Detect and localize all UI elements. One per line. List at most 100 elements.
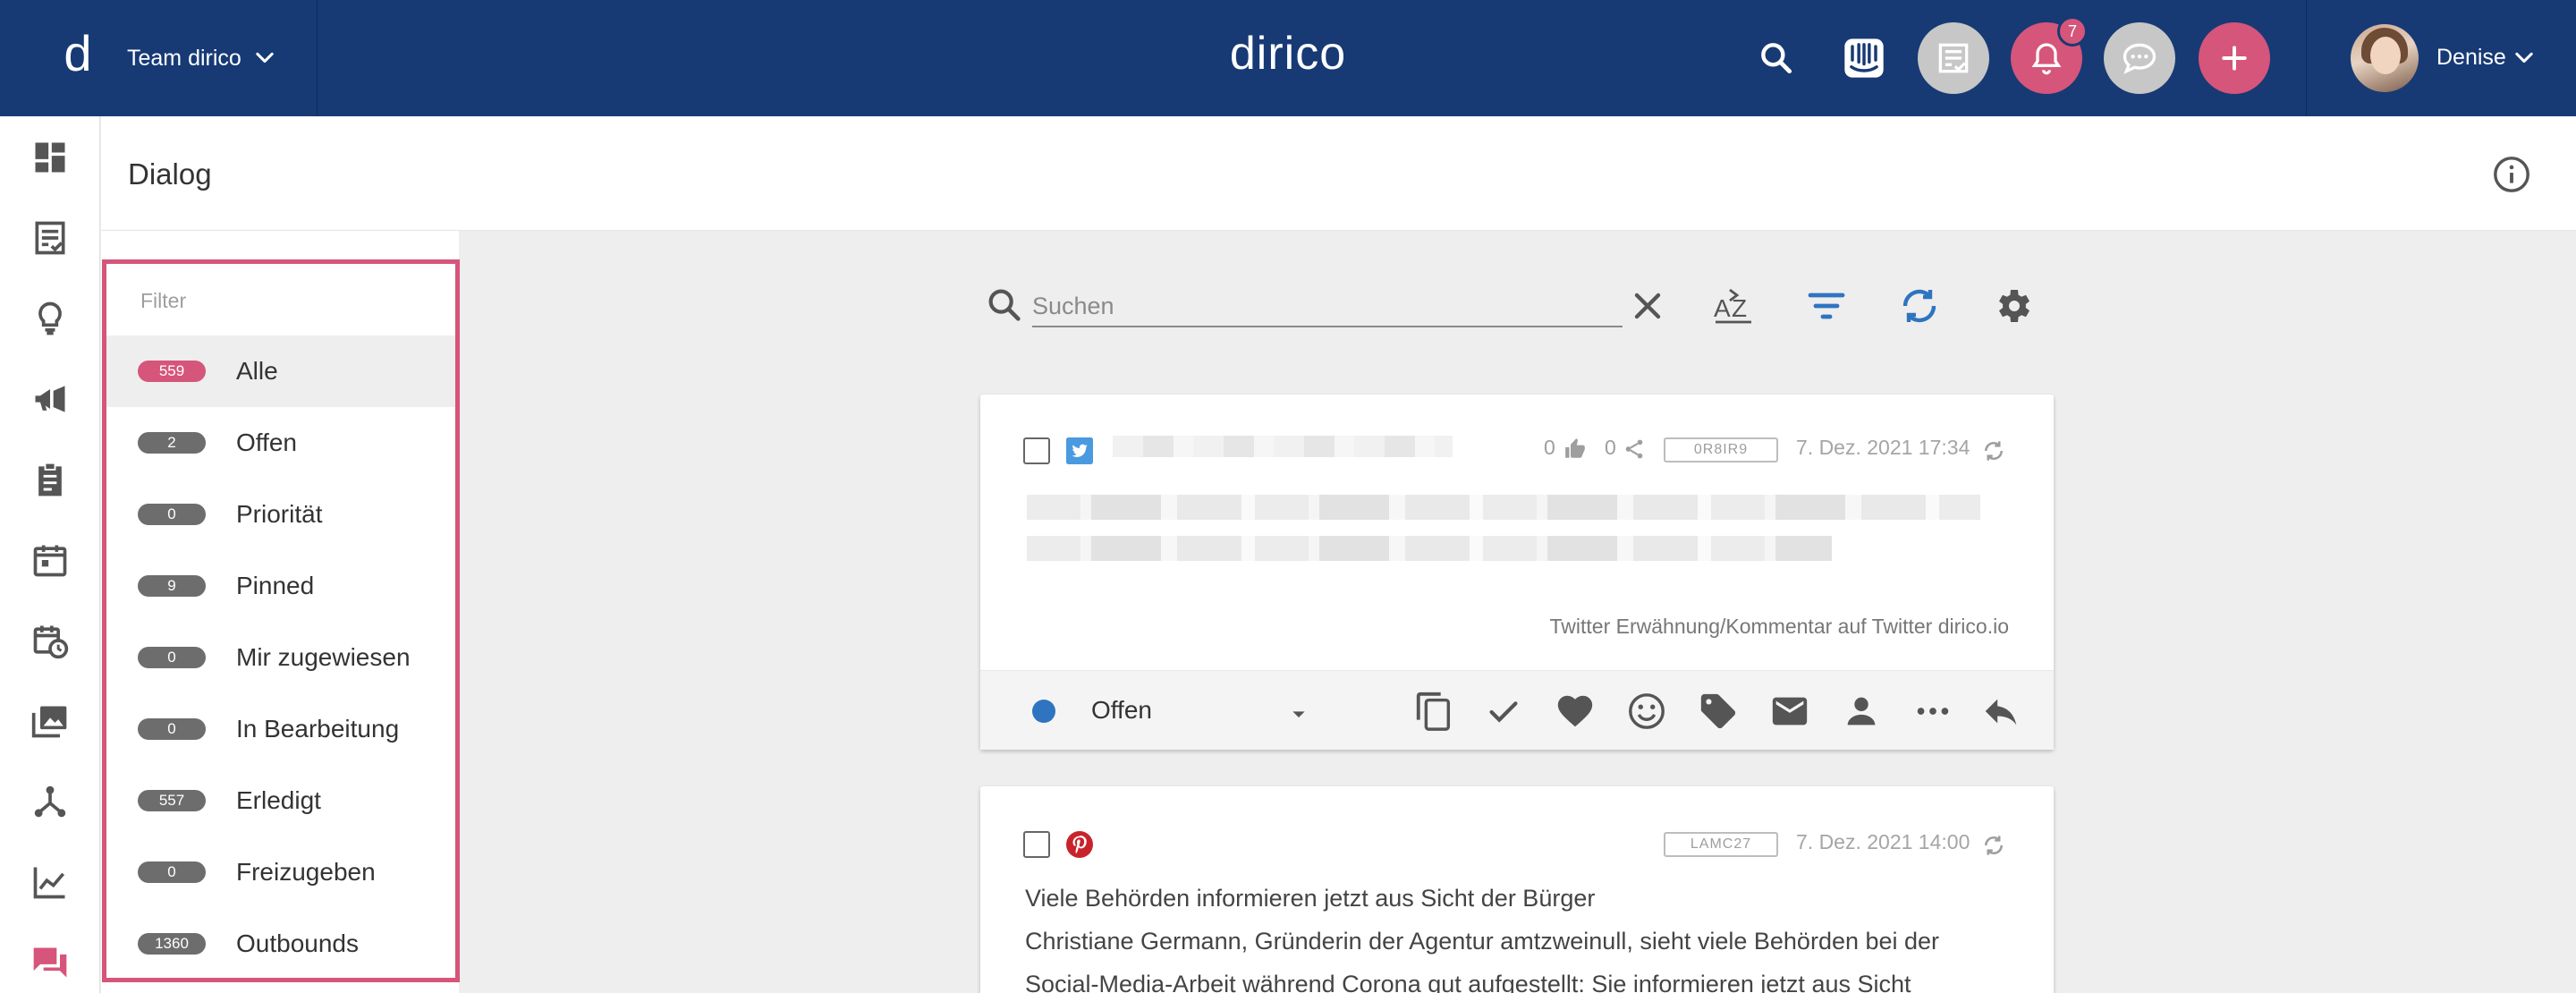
refresh-icon[interactable] [1898,284,1941,327]
avatar[interactable] [2351,24,2419,92]
search-input[interactable] [1032,286,1623,327]
network-icon[interactable] [30,782,70,821]
copy-icon[interactable] [1413,691,1454,732]
filter-item-label: Mir zugewiesen [236,643,411,671]
plus-icon [2222,46,2247,71]
post-id-tag: LAMC27 [1664,832,1778,857]
intercom-button[interactable] [1828,22,1900,94]
sync-icon[interactable] [1980,437,2007,464]
clipboard-icon[interactable] [30,460,70,499]
notification-count-badge: 7 [2057,16,2088,47]
count-badge: 0 [138,647,206,668]
post-card[interactable]: LAMC27 7. Dez. 2021 14:00 Viele Behörden… [980,786,2054,993]
count-badge: 0 [138,718,206,740]
app-logo: d [64,25,92,81]
filter-item-label: In Bearbeitung [236,715,400,743]
check-icon[interactable] [1483,691,1524,732]
calendar-icon[interactable] [30,540,70,580]
chat-bubble-icon [2123,43,2157,74]
sort-az-icon[interactable]: AZ [1712,284,1755,327]
brand-wordmark: dirico [1229,28,1347,80]
status-indicator [1032,700,1055,723]
assign-user-icon[interactable] [1841,691,1882,732]
search-button[interactable] [1741,22,1812,94]
post-text-redacted [1027,536,1832,561]
mail-icon[interactable] [1769,691,1810,732]
tasks-icon[interactable] [30,218,70,258]
sync-icon[interactable] [1980,832,2007,859]
intercom-icon [1844,38,1884,78]
bell-icon [2031,43,2062,75]
count-badge: 2 [138,432,206,454]
like-count: 0 [1544,436,1555,459]
page-header: Dialog [101,116,2576,231]
caret-down-icon[interactable] [1284,700,1313,728]
gear-icon[interactable] [1991,284,2034,327]
filter-item-erledigt[interactable]: 557 Erledigt [106,765,455,836]
dashboard-icon[interactable] [30,138,70,177]
team-name: Team dirico [127,45,242,71]
pinterest-icon [1066,831,1093,858]
post-source: Twitter Erwähnung/Kommentar auf Twitter … [1549,615,2009,638]
dialog-icon[interactable] [30,943,70,982]
svg-text:A: A [1714,294,1731,322]
count-badge: 557 [138,790,206,811]
analytics-icon[interactable] [30,862,70,902]
topbar-divider [2306,0,2307,116]
filter-item-pinned[interactable]: 9 Pinned [106,550,455,622]
create-button[interactable] [2199,22,2270,94]
chat-button[interactable] [2104,22,2175,94]
reply-icon[interactable] [1980,691,2021,732]
filter-item-freizugeben[interactable]: 0 Freizugeben [106,836,455,908]
post-checkbox[interactable] [1023,437,1050,464]
task-list-icon [1938,43,1969,73]
thumb-up-icon [1565,438,1585,458]
media-library-icon[interactable] [30,701,70,741]
filter-item-prioritaet[interactable]: 0 Priorität [106,479,455,550]
twitter-icon [1066,437,1093,464]
lightbulb-icon[interactable] [30,299,70,338]
more-icon[interactable] [1912,691,1953,732]
emoji-icon[interactable] [1626,691,1667,732]
megaphone-icon[interactable] [30,379,70,419]
schedule-icon[interactable] [30,621,70,660]
post-date: 7. Dez. 2021 14:00 [1796,830,1970,853]
user-name[interactable]: Denise [2436,45,2506,71]
filter-item-mir-zugewiesen[interactable]: 0 Mir zugewiesen [106,622,455,693]
chevron-down-icon [256,52,274,64]
top-bar: d Team dirico dirico 7 Denise [0,0,2576,116]
page-title: Dialog [128,157,212,191]
post-action-bar: Offen [980,670,2054,750]
post-text-line: Social-Media-Arbeit während Corona gut a… [1025,971,1911,993]
share-count: 0 [1605,436,1616,459]
filter-label: Filter [140,289,187,312]
filter-item-label: Offen [236,429,297,456]
heart-icon[interactable] [1555,691,1596,732]
tag-icon[interactable] [1698,691,1739,732]
team-switcher[interactable]: d Team dirico [0,0,318,116]
filter-item-label: Alle [236,357,278,385]
tasks-button[interactable] [1918,22,1989,94]
filter-item-alle[interactable]: 559 Alle [106,335,455,407]
status-select[interactable]: Offen [1091,696,1152,725]
post-id-tag: 0R8IR9 [1664,437,1778,463]
filter-icon[interactable] [1805,284,1848,327]
filter-item-label: Priorität [236,500,323,528]
post-checkbox[interactable] [1023,831,1050,858]
filter-item-in-bearbeitung[interactable]: 0 In Bearbeitung [106,693,455,765]
filter-list: 559 Alle 2 Offen 0 Priorität 9 Pinned 0 … [106,335,455,980]
post-text-redacted [1027,495,1980,520]
left-navigation [0,116,100,993]
search-icon [1761,43,1792,74]
filter-item-label: Outbounds [236,929,359,957]
filter-item-label: Pinned [236,572,315,599]
post-date: 7. Dez. 2021 17:34 [1796,436,1970,459]
post-card[interactable]: 0 0 0R8IR9 7. Dez. 2021 17:34 Twitter Er… [980,395,2054,750]
close-icon[interactable] [1626,284,1669,327]
count-badge: 0 [138,504,206,525]
search-icon [988,289,1021,321]
filter-item-offen[interactable]: 2 Offen [106,407,455,479]
info-icon[interactable] [2491,154,2532,195]
chevron-down-icon[interactable] [2512,46,2537,71]
filter-item-outbounds[interactable]: 1360 Outbounds [106,908,455,980]
